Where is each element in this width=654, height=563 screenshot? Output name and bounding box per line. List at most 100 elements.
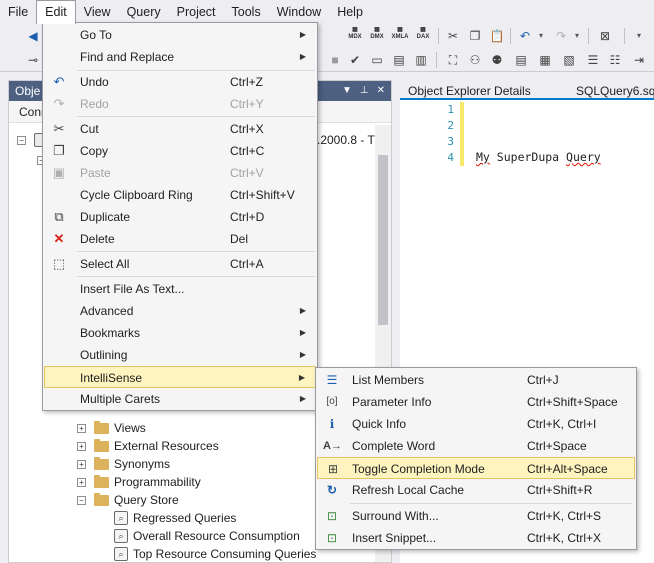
menu-item-duplicate[interactable]: ⧉ Duplicate Ctrl+D [44,206,316,228]
expand-icon[interactable]: + [77,441,86,451]
xmla-query-button[interactable]: ▦ XMLA [391,27,409,45]
menu-tools[interactable]: Tools [224,1,269,23]
pin-icon[interactable]: ⊥ [360,81,369,101]
tree-row-overall-resource-consumption[interactable]: ⌕ Overall Resource Consumption [114,527,300,545]
menu-item-bookmarks[interactable]: Bookmarks ▶ [44,322,316,344]
collapse-icon[interactable]: − [17,135,26,145]
paste-icon[interactable]: 📋 [488,27,506,45]
line-number: 1 [447,103,454,116]
menu-project[interactable]: Project [169,1,224,23]
tab-sqlquery6[interactable]: SQLQuery6.sql [576,82,654,100]
tree-label: Synonyms [114,457,171,471]
back-icon[interactable]: ◀ [24,27,42,45]
menu-item-undo[interactable]: ↶ Undo Ctrl+Z [44,71,316,93]
folder-icon [94,438,109,452]
menu-query[interactable]: Query [119,1,169,23]
menu-item-surround-with[interactable]: ⊡ Surround With... Ctrl+K, Ctrl+S [317,505,635,527]
stop-icon[interactable]: ■ [326,51,344,69]
tree-row-programmability[interactable]: + Programmability [77,473,201,491]
expand-icon[interactable]: + [77,477,86,487]
uncomment-icon[interactable]: ☷ [606,51,624,69]
intellisense-toggle-icon[interactable]: ▥ [412,51,430,69]
code-line[interactable]: My SuperDupa Query [476,150,601,164]
undo-icon[interactable]: ↶ [516,27,534,45]
tree-label: Query Store [114,493,179,507]
tree-row-synonyms[interactable]: + Synonyms [77,455,170,473]
menu-item-parameter-info[interactable]: [o] Parameter Info Ctrl+Shift+Space [317,391,635,413]
estimated-plan-icon[interactable]: ▭ [368,51,386,69]
copy-icon: ❐ [53,143,65,158]
results-text-icon[interactable]: ▤ [512,51,530,69]
code-token: Query [566,150,601,164]
indent-icon[interactable]: ⇥ [630,51,648,69]
menu-item-intellisense[interactable]: IntelliSense ▶ [44,366,316,388]
tree-row-views[interactable]: + Views [77,419,146,437]
menu-item-advanced[interactable]: Advanced ▶ [44,300,316,322]
menu-item-paste[interactable]: ▣ Paste Ctrl+V [44,162,316,184]
live-stats-icon[interactable]: ⚇ [466,51,484,69]
toolbar-separator [438,28,439,44]
menu-item-list-members[interactable]: ☰ List Members Ctrl+J [317,369,635,391]
menu-item-delete[interactable]: ✕ Delete Del [44,228,316,250]
results-grid-icon[interactable]: ▦ [536,51,554,69]
toggle-completion-icon: ⊞ [327,462,339,476]
tree-row-external-resources[interactable]: + External Resources [77,437,219,455]
tree-row-regressed-queries[interactable]: ⌕ Regressed Queries [114,509,236,527]
menu-edit[interactable]: Edit [36,0,76,24]
menu-item-insert-file-as-text[interactable]: Insert File As Text... [44,278,316,300]
expand-icon[interactable]: + [77,423,86,433]
expand-icon[interactable]: + [77,459,86,469]
tree-row-top-resource-consuming-queries[interactable]: ⌕ Top Resource Consuming Queries [114,545,316,563]
line-number: 2 [447,119,454,132]
window-position-icon[interactable]: ▼ [342,81,352,101]
undo-dropdown-icon[interactable]: ▾ [536,27,546,45]
menu-item-copy[interactable]: ❐ Copy Ctrl+C [44,140,316,162]
menu-item-complete-word[interactable]: A→ Complete Word Ctrl+Space [317,435,635,457]
cut-icon[interactable]: ✂ [444,27,462,45]
pin-icon[interactable]: ⊸ [24,51,42,69]
parse-check-icon[interactable]: ✔ [346,51,364,69]
redo-icon: ↷ [53,96,65,111]
redo-icon[interactable]: ↷ [552,27,570,45]
menu-item-insert-snippet[interactable]: ⊡ Insert Snippet... Ctrl+K, Ctrl+X [317,527,635,549]
redo-dropdown-icon[interactable]: ▾ [572,27,582,45]
editor-tab-strip: Object Explorer Details SQLQuery6.sql [400,80,654,100]
menu-item-outlining[interactable]: Outlining ▶ [44,344,316,366]
menu-help[interactable]: Help [329,1,371,23]
menu-item-find-and-replace[interactable]: Find and Replace ▶ [44,46,316,68]
comment-icon[interactable]: ☰ [584,51,602,69]
scrollbar-thumb[interactable] [378,155,388,325]
report-icon: ⌕ [114,547,128,561]
copy-icon[interactable]: ❐ [466,27,484,45]
query-options-icon[interactable]: ▤ [390,51,408,69]
menu-item-cut[interactable]: ✂ Cut Ctrl+X [44,118,316,140]
client-stats-icon[interactable]: ⚉ [488,51,506,69]
menu-bar: File Edit View Query Project Tools Windo… [0,0,654,24]
menu-item-go-to[interactable]: Go To ▶ [44,24,316,46]
menu-window[interactable]: Window [269,1,329,23]
close-icon[interactable]: ✕ [377,81,385,101]
screenshot-icon[interactable]: ⊠ [596,27,614,45]
menu-item-refresh-local-cache[interactable]: ↻ Refresh Local Cache Ctrl+Shift+R [317,479,635,501]
collapse-icon[interactable]: − [77,495,86,505]
menu-item-multiple-carets[interactable]: Multiple Carets ▶ [44,388,316,410]
dax-query-button[interactable]: ▦ DAX [414,27,432,45]
menu-file[interactable]: File [0,1,36,23]
menu-item-select-all[interactable]: ⬚ Select All Ctrl+A [44,253,316,275]
tree-label: Top Resource Consuming Queries [133,547,317,561]
mdx-query-button[interactable]: ▦ MDX [346,27,364,45]
results-file-icon[interactable]: ▧ [560,51,578,69]
menu-view[interactable]: View [76,1,119,23]
submenu-arrow-icon: ▶ [298,373,305,382]
menu-item-toggle-completion-mode[interactable]: ⊞ Toggle Completion Mode Ctrl+Alt+Space [317,457,635,479]
submenu-arrow-icon: ▶ [299,394,306,403]
tab-object-explorer-details[interactable]: Object Explorer Details [408,82,531,100]
toolbar-more-icon[interactable]: ▾ [634,27,644,45]
include-plan-icon[interactable]: ⛶ [444,51,462,69]
menu-item-cycle-clipboard-ring[interactable]: Cycle Clipboard Ring Ctrl+Shift+V [44,184,316,206]
menu-item-redo[interactable]: ↷ Redo Ctrl+Y [44,93,316,115]
toolbar-separator [510,28,511,44]
tree-row-query-store[interactable]: − Query Store [77,491,179,509]
menu-item-quick-info[interactable]: ℹ Quick Info Ctrl+K, Ctrl+I [317,413,635,435]
dmx-query-button[interactable]: ▦ DMX [368,27,386,45]
